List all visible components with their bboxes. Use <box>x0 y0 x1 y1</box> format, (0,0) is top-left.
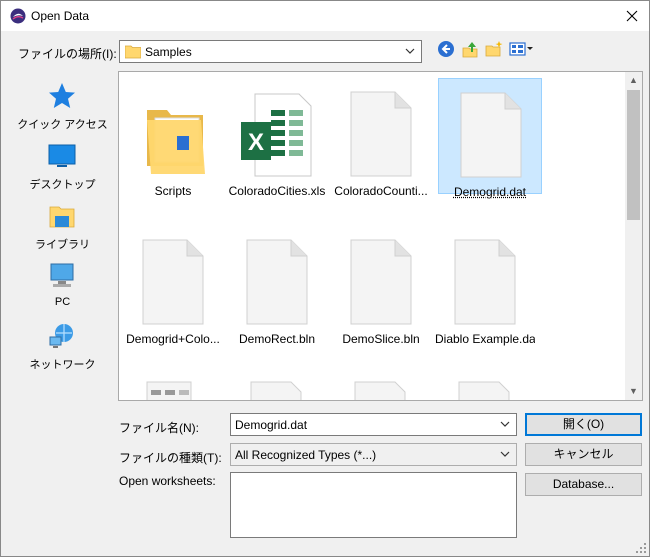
place-network[interactable]: ネットワーク <box>12 321 113 379</box>
file-item-selected[interactable]: Demogrid.dat <box>438 78 542 199</box>
document-icon <box>142 239 204 325</box>
open-data-dialog: Open Data ファイルの場所(I): Samples クイック アクセス … <box>0 0 650 557</box>
partial-document-icon <box>458 381 510 400</box>
file-name: Demogrid.dat <box>453 185 527 199</box>
place-label: クイック アクセス <box>17 119 108 131</box>
place-desktop[interactable]: デスクトップ <box>12 141 113 199</box>
document-icon <box>350 91 412 177</box>
file-name: Scripts <box>154 184 192 198</box>
close-button[interactable] <box>615 1 649 31</box>
place-quick-access[interactable]: クイック アクセス <box>12 81 113 139</box>
app-icon <box>10 8 26 24</box>
back-button[interactable] <box>437 40 457 60</box>
resize-grip-icon[interactable] <box>635 542 647 554</box>
filename-combo[interactable]: Demogrid.dat <box>230 413 517 436</box>
up-folder-icon <box>462 42 478 58</box>
star-icon <box>49 83 75 108</box>
filetype-label: ファイルの種類(T): <box>119 451 222 465</box>
file-list[interactable]: Scripts X ColoradoCities.xls ColoradoCou… <box>118 71 643 401</box>
filename-label: ファイル名(N): <box>119 421 199 435</box>
chevron-down-icon <box>405 48 415 54</box>
file-item-doc[interactable]: Demogrid+Colo... <box>121 226 225 346</box>
file-item-doc[interactable]: ColoradoCounti... <box>329 78 433 198</box>
chevron-down-icon <box>500 451 510 457</box>
chevron-down-icon <box>500 421 510 427</box>
file-item-folder[interactable]: Scripts <box>121 78 225 198</box>
open-worksheets-list[interactable] <box>230 472 517 538</box>
desktop-icon <box>48 144 76 167</box>
window-title: Open Data <box>31 9 90 23</box>
file-name: ColoradoCounti... <box>334 184 428 198</box>
place-label: PC <box>54 296 71 308</box>
cancel-button[interactable]: キャンセル <box>525 443 642 466</box>
filetype-combo[interactable]: All Recognized Types (*...) <box>230 443 517 466</box>
document-icon <box>350 239 412 325</box>
file-name: DemoSlice.bln <box>342 332 420 346</box>
scroll-thumb[interactable] <box>627 90 640 220</box>
document-icon <box>246 239 308 325</box>
document-icon <box>454 239 516 325</box>
look-in-combo[interactable]: Samples <box>119 40 422 63</box>
file-name: Diablo Example.dat <box>435 332 535 346</box>
up-folder-button[interactable] <box>461 40 481 60</box>
pc-icon <box>50 263 74 287</box>
view-menu-button[interactable] <box>509 40 535 60</box>
partial-spreadsheet-icon <box>146 381 192 400</box>
document-icon <box>460 92 522 178</box>
library-icon <box>49 206 75 228</box>
file-name: DemoRect.bln <box>238 332 316 346</box>
partial-document-icon <box>250 381 302 400</box>
scroll-down-arrow-icon[interactable]: ▼ <box>625 383 642 400</box>
back-arrow-icon <box>438 41 454 57</box>
open-button[interactable]: 開く(O) <box>525 413 642 436</box>
file-item-excel[interactable]: X ColoradoCities.xls <box>225 78 329 198</box>
database-button[interactable]: Database... <box>525 473 642 496</box>
partial-document-icon <box>354 381 406 400</box>
new-folder-icon <box>485 41 503 57</box>
place-library[interactable]: ライブラリ <box>12 201 113 259</box>
folder-icon <box>147 110 205 174</box>
file-item-doc[interactable]: DemoSlice.bln <box>329 226 433 346</box>
place-label: ライブラリ <box>35 239 90 251</box>
scroll-up-arrow-icon[interactable]: ▲ <box>625 72 642 89</box>
new-folder-button[interactable] <box>485 40 505 60</box>
open-worksheets-label: Open worksheets: <box>119 474 216 488</box>
title-bar: Open Data <box>1 1 649 31</box>
look-in-value: Samples <box>145 45 192 59</box>
filename-value: Demogrid.dat <box>235 418 308 432</box>
place-label: デスクトップ <box>29 179 96 191</box>
file-list-scrollbar[interactable]: ▲ ▼ <box>625 72 642 400</box>
close-icon <box>626 10 638 22</box>
look-in-label: ファイルの場所(I): <box>18 47 117 61</box>
file-item-doc[interactable]: Diablo Example.dat <box>433 226 537 346</box>
folder-icon <box>125 45 141 59</box>
svg-text:X: X <box>248 129 264 156</box>
file-name: Demogrid+Colo... <box>126 332 220 346</box>
excel-file-icon: X <box>241 93 312 177</box>
file-item-doc[interactable]: DemoRect.bln <box>225 226 329 346</box>
network-icon <box>49 324 73 348</box>
place-label: ネットワーク <box>29 359 96 371</box>
places-bar: クイック アクセス デスクトップ ライブラリ PC ネットワーク <box>12 71 113 401</box>
filetype-value: All Recognized Types (*...) <box>235 448 377 462</box>
view-grid-icon <box>509 42 533 56</box>
place-pc[interactable]: PC <box>12 261 113 319</box>
file-name: ColoradoCities.xls <box>228 184 326 198</box>
